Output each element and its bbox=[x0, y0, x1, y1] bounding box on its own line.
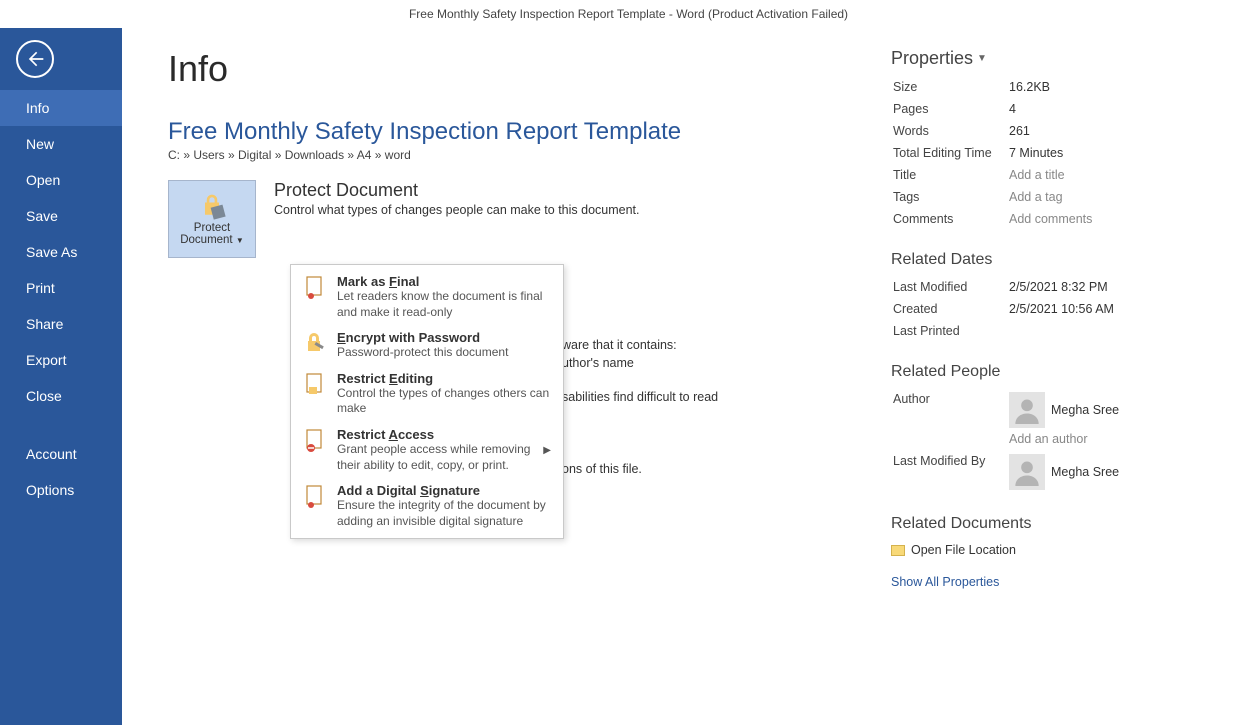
nav-open[interactable]: Open bbox=[0, 162, 122, 198]
lastmod-k: Last Modified By bbox=[893, 451, 1007, 493]
avatar-icon bbox=[1009, 454, 1045, 490]
chevron-right-icon: ▶ bbox=[543, 445, 551, 456]
folder-icon bbox=[891, 545, 905, 556]
prop-editing-k: Total Editing Time bbox=[893, 143, 1007, 163]
date-modified-k: Last Modified bbox=[893, 277, 1007, 297]
people-table: Author Megha Sree Add an author Last Mod… bbox=[891, 387, 1211, 495]
dd-restrict-editing[interactable]: Restrict Editing Control the types of ch… bbox=[291, 366, 563, 422]
dd-restrict-access-desc: Grant people access while removing their… bbox=[337, 442, 533, 473]
open-file-location-label: Open File Location bbox=[911, 543, 1016, 557]
protect-btn-line2: Document ▼ bbox=[180, 234, 244, 246]
nav-close[interactable]: Close bbox=[0, 378, 122, 414]
document-signature-icon bbox=[303, 483, 327, 529]
properties-label: Properties bbox=[891, 48, 973, 69]
protect-desc: Control what types of changes people can… bbox=[274, 203, 640, 217]
prop-pages-k: Pages bbox=[893, 99, 1007, 119]
related-people-header: Related People bbox=[891, 363, 1211, 381]
prop-tags-v[interactable]: Add a tag bbox=[1009, 187, 1209, 207]
inspect-fragment-4: ons of this file. bbox=[562, 462, 822, 476]
nav-save[interactable]: Save bbox=[0, 198, 122, 234]
avatar-icon bbox=[1009, 392, 1045, 428]
prop-pages-v: 4 bbox=[1009, 99, 1209, 119]
properties-table: Size16.2KB Pages4 Words261 Total Editing… bbox=[891, 75, 1211, 231]
prop-title-v[interactable]: Add a title bbox=[1009, 165, 1209, 185]
prop-comments-v[interactable]: Add comments bbox=[1009, 209, 1209, 229]
nav-save-as[interactable]: Save As bbox=[0, 234, 122, 270]
protect-heading: Protect Document bbox=[274, 180, 640, 201]
lock-shield-icon bbox=[198, 192, 226, 220]
back-button[interactable] bbox=[16, 40, 54, 78]
add-author[interactable]: Add an author bbox=[1009, 428, 1209, 446]
prop-size-k: Size bbox=[893, 77, 1007, 97]
doc-path: C: » Users » Digital » Downloads » A4 » … bbox=[168, 148, 871, 162]
dd-encrypt-title: Encrypt with Password bbox=[337, 330, 508, 345]
dd-digital-signature-title: Add a Digital Signature bbox=[337, 483, 551, 498]
doc-title: Free Monthly Safety Inspection Report Te… bbox=[168, 118, 871, 146]
prop-words-v: 261 bbox=[1009, 121, 1209, 141]
dd-restrict-access-title: Restrict Access bbox=[337, 427, 533, 442]
dd-restrict-editing-desc: Control the types of changes others can … bbox=[337, 386, 551, 417]
dd-mark-final-desc: Let readers know the document is final a… bbox=[337, 289, 551, 320]
dd-restrict-editing-title: Restrict Editing bbox=[337, 371, 551, 386]
backstage-sidebar: Info New Open Save Save As Print Share E… bbox=[0, 28, 122, 725]
document-block-icon bbox=[303, 427, 327, 473]
properties-header[interactable]: Properties ▼ bbox=[891, 48, 1211, 69]
lastmod-person[interactable]: Megha Sree bbox=[1009, 454, 1209, 490]
document-final-icon bbox=[303, 274, 327, 320]
dd-restrict-access[interactable]: Restrict Access Grant people access whil… bbox=[291, 422, 563, 478]
related-dates-header: Related Dates bbox=[891, 251, 1211, 269]
protect-document-button[interactable]: Protect Document ▼ bbox=[168, 180, 256, 258]
titlebar: Free Monthly Safety Inspection Report Te… bbox=[0, 0, 1257, 28]
prop-title-k: Title bbox=[893, 165, 1007, 185]
dd-encrypt-desc: Password-protect this document bbox=[337, 345, 508, 361]
nav-info[interactable]: Info bbox=[0, 90, 122, 126]
nav-options[interactable]: Options bbox=[0, 472, 122, 508]
page-title: Info bbox=[168, 48, 871, 90]
nav-print[interactable]: Print bbox=[0, 270, 122, 306]
nav-export[interactable]: Export bbox=[0, 342, 122, 378]
inspect-fragment-1: ware that it contains: bbox=[562, 338, 822, 352]
prop-size-v: 16.2KB bbox=[1009, 77, 1209, 97]
lock-key-icon bbox=[303, 330, 327, 361]
nav-account[interactable]: Account bbox=[0, 436, 122, 472]
prop-tags-k: Tags bbox=[893, 187, 1007, 207]
protect-btn-line1: Protect bbox=[194, 222, 230, 234]
prop-words-k: Words bbox=[893, 121, 1007, 141]
document-lock-icon bbox=[303, 371, 327, 417]
related-documents-header: Related Documents bbox=[891, 515, 1211, 533]
date-printed-k: Last Printed bbox=[893, 321, 1007, 341]
arrow-left-icon bbox=[25, 49, 45, 69]
dd-encrypt[interactable]: Encrypt with Password Password-protect t… bbox=[291, 325, 563, 366]
author-name: Megha Sree bbox=[1051, 403, 1119, 417]
dates-table: Last Modified2/5/2021 8:32 PM Created2/5… bbox=[891, 275, 1211, 343]
prop-editing-v: 7 Minutes bbox=[1009, 143, 1209, 163]
date-created-k: Created bbox=[893, 299, 1007, 319]
author-person[interactable]: Megha Sree bbox=[1009, 392, 1209, 428]
prop-comments-k: Comments bbox=[893, 209, 1007, 229]
nav-new[interactable]: New bbox=[0, 126, 122, 162]
author-k: Author bbox=[893, 389, 1007, 449]
dd-digital-signature-desc: Ensure the integrity of the document by … bbox=[337, 498, 551, 529]
date-modified-v: 2/5/2021 8:32 PM bbox=[1009, 277, 1209, 297]
nav-share[interactable]: Share bbox=[0, 306, 122, 342]
open-file-location[interactable]: Open File Location bbox=[891, 539, 1211, 561]
lastmod-name: Megha Sree bbox=[1051, 465, 1119, 479]
dd-mark-final[interactable]: Mark as Final Let readers know the docum… bbox=[291, 269, 563, 325]
dd-digital-signature[interactable]: Add a Digital Signature Ensure the integ… bbox=[291, 478, 563, 534]
dd-mark-final-title: Mark as Final bbox=[337, 274, 551, 289]
chevron-down-icon: ▼ bbox=[977, 53, 987, 64]
date-created-v: 2/5/2021 10:56 AM bbox=[1009, 299, 1209, 319]
protect-dropdown: Mark as Final Let readers know the docum… bbox=[290, 264, 564, 539]
inspect-fragment-2: uthor's name bbox=[562, 356, 822, 370]
date-printed-v bbox=[1009, 321, 1209, 341]
inspect-fragment-3: sabilities find difficult to read bbox=[562, 390, 822, 404]
show-all-properties[interactable]: Show All Properties bbox=[891, 575, 1211, 589]
